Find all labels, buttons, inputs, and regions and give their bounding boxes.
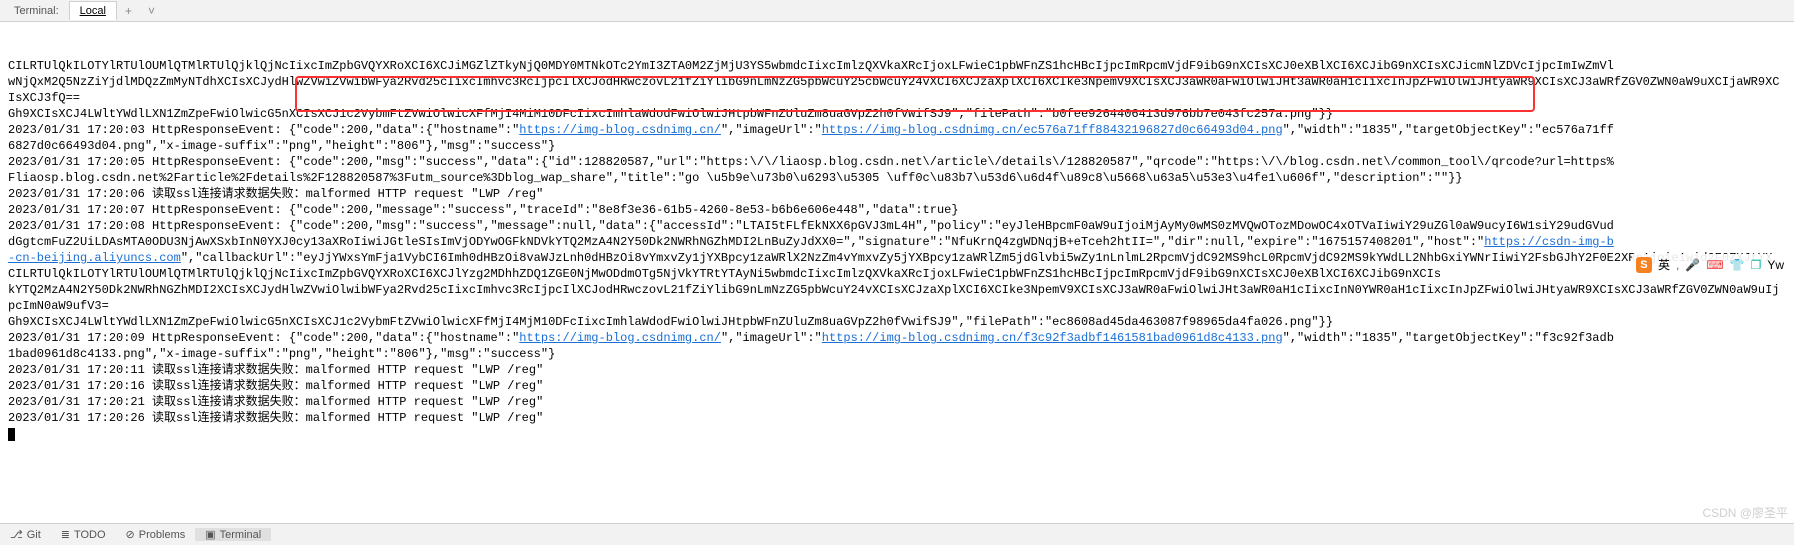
log-text: ","width":"1835","targetObjectKey":"f3c9… xyxy=(1283,331,1614,345)
log-line: 6827d0c66493d04.png","x-image-suffix":"p… xyxy=(8,138,1786,154)
log-line: 2023/01/31 17:20:16 读取ssl连接请求数据失败：malfor… xyxy=(8,378,1786,394)
log-line: Gh9XCIsXCJ4LWltYWdlLXN1ZmZpeFwiOlwicG5nX… xyxy=(8,314,1786,330)
log-text: 2023/01/31 17:20:26 读取ssl连接请求数据失败：malfor… xyxy=(8,411,543,425)
log-text: ","imageUrl":" xyxy=(721,331,822,345)
log-link[interactable]: -cn-beijing.aliyuncs.com xyxy=(8,251,181,265)
log-line: kYTQ2MzA4N2Y50Dk2NWRhNGZhMDI2XCIsXCJydHl… xyxy=(8,282,1786,314)
log-line: 2023/01/31 17:20:09 HttpResponseEvent: {… xyxy=(8,330,1786,346)
log-text: 2023/01/31 17:20:09 HttpResponseEvent: {… xyxy=(8,331,519,345)
log-text: ","imageUrl":" xyxy=(721,123,822,137)
log-text: 2023/01/31 17:20:08 HttpResponseEvent: {… xyxy=(8,219,1614,233)
log-text: ":"png","height":"806"},"msg":"success"} xyxy=(267,139,555,153)
log-line: -cn-beijing.aliyuncs.com","callbackUrl":… xyxy=(8,250,1786,266)
tab-add-button[interactable]: + xyxy=(117,1,140,21)
terminal-icon: ▣ xyxy=(205,528,215,541)
log-line: CILRTUlQkILOTYlRTUlOUMlQTMlRTUlQjklQjNcI… xyxy=(8,58,1786,74)
tab-more-button[interactable]: ˅ xyxy=(140,1,163,21)
log-text: Gh9XCIsXCJ4LWltYWdlLXN1ZmZpeFwiOlwicG xyxy=(8,107,274,121)
log-link[interactable]: https://img-blog.csdnimg.cn/ec576a71ff88… xyxy=(822,123,1283,137)
log-text: ","width":"1835","targetObjectKey":"ec57… xyxy=(1283,123,1614,137)
ime-lang[interactable]: 英 xyxy=(1658,256,1670,273)
log-text: 2023/01/31 17:20:16 读取ssl连接请求数据失败：malfor… xyxy=(8,379,543,393)
log-text: 2023/01/31 17:20:03 HttpResponseEvent xyxy=(8,123,274,137)
log-line: dGgtcmFuZ2UiLDAsMTA0ODU3NjAwXSxbInN0YXJ0… xyxy=(8,234,1786,250)
log-line: wNjQxM2Q5NzZiYjdlMDQzZmMyNTdhXCIsXCJydHl… xyxy=(8,74,1786,106)
log-text: 1bad0961d8c4133.png","x-image-suffix":"p… xyxy=(8,347,555,361)
status-bar: ⎇Git ≣TODO ⊘Problems ▣Terminal xyxy=(0,523,1794,545)
terminal-output[interactable]: CILRTUlQkILOTYlRTUlOUMlQTMlRTUlQjklQjNcI… xyxy=(0,22,1794,446)
log-line: 2023/01/31 17:20:11 读取ssl连接请求数据失败：malfor… xyxy=(8,362,1786,378)
log-text: kYTQ2MzA4N2Y50Dk2NWRhNGZhMDI2XCIsXCJydHl… xyxy=(8,283,1780,313)
log-text: ","callbackUrl":"eyJjYWxsYmFja1VybCI6Imh… xyxy=(181,251,1772,265)
tool-terminal[interactable]: ▣Terminal xyxy=(195,528,271,541)
log-text: CILRTUlQkILOTYlRTUlOUMlQTMlRTUlQjklQjNcI… xyxy=(8,59,1614,73)
log-text: 2023/01/31 17:20:11 读取ssl连接请求数据失败：malfor… xyxy=(8,363,543,377)
terminal-title: Terminal: xyxy=(4,2,69,20)
log-line: Fliaosp.blog.csdn.net%2Farticle%2Fdetail… xyxy=(8,170,1786,186)
log-line: 2023/01/31 17:20:21 读取ssl连接请求数据失败：malfor… xyxy=(8,394,1786,410)
log-text: Fliaosp.blog.csdn.net%2Farticle%2Fdetail… xyxy=(8,171,1463,185)
log-line: 2023/01/31 17:20:05 HttpResponseEvent: {… xyxy=(8,154,1786,170)
mic-icon[interactable]: 🎤 xyxy=(1685,258,1700,272)
log-text: dGgtcmFuZ2UiLDAsMTA0ODU3NjAwXSxbInN0YXJ0… xyxy=(8,235,1484,249)
log-text: CILRTUlQkILOTYlRTUlOUMlQTMlRTUlQjklQjNcI… xyxy=(8,267,1441,281)
log-line: 2023/01/31 17:20:06 读取ssl连接请求数据失败：malfor… xyxy=(8,186,1786,202)
warning-icon: ⊘ xyxy=(126,528,135,541)
log-line: 2023/01/31 17:20:26 读取ssl连接请求数据失败：malfor… xyxy=(8,410,1786,426)
terminal-tab-bar: Terminal: Local + ˅ xyxy=(0,0,1794,22)
log-link[interactable]: https://img-blog.csdnimg.cn/ xyxy=(519,123,721,137)
log-line: 2023/01/31 17:20:07 HttpResponseEvent: {… xyxy=(8,202,1786,218)
log-link[interactable]: https://img-blog.csdnimg.cn/f3c92f3adbf1… xyxy=(822,331,1283,345)
log-text: Gh9XCIsXCJ4LWltYWdlLXN1ZmZpeFwiOlwicG5nX… xyxy=(8,315,1333,329)
cube-icon[interactable]: ❐ xyxy=(1751,258,1762,272)
log-text: 2023/01/31 17:20:05 HttpResponseEvent: {… xyxy=(8,155,1614,169)
ime-icon[interactable]: S xyxy=(1636,257,1652,273)
log-line: CILRTUlQkILOTYlRTUlOUMlQTMlRTUlQjklQjNcI… xyxy=(8,266,1786,282)
log-link[interactable]: https://csdn-img-b xyxy=(1484,235,1614,249)
keyboard-icon[interactable]: ⌨ xyxy=(1706,258,1723,272)
log-text: wNjQxM2Q5NzZiYjdlMDQzZmMyNTdhXCIsXCJydHl… xyxy=(8,75,1780,105)
tool-git[interactable]: ⎇Git xyxy=(0,528,51,541)
log-link[interactable]: https://img-blog.csdnimg.cn/ xyxy=(519,331,721,345)
comma-icon: , xyxy=(1676,258,1679,272)
shirt-icon[interactable]: 👕 xyxy=(1730,258,1745,272)
cursor xyxy=(8,428,15,441)
ime-toolbar[interactable]: S 英 , 🎤 ⌨ 👕 ❐ Yw xyxy=(1632,254,1788,275)
log-line: 1bad0961d8c4133.png","x-image-suffix":"p… xyxy=(8,346,1786,362)
log-text: 2023/01/31 17:20:06 读取ssl连接请求数据失败：malfor… xyxy=(8,187,543,201)
log-text: : {"code":200,"data":{"hostname":" xyxy=(274,123,519,137)
log-line: Gh9XCIsXCJ4LWltYWdlLXN1ZmZpeFwiOlwicG5nX… xyxy=(8,106,1786,122)
log-line: 2023/01/31 17:20:08 HttpResponseEvent: {… xyxy=(8,218,1786,234)
branch-icon: ⎇ xyxy=(10,528,23,541)
log-text: 2023/01/31 17:20:21 读取ssl连接请求数据失败：malfor… xyxy=(8,395,543,409)
log-text: 6827d0c66493d04.png","x-image-suffix xyxy=(8,139,267,153)
watermark: CSDN @廖圣平 xyxy=(1702,504,1788,521)
tab-local[interactable]: Local xyxy=(69,1,117,20)
list-icon: ≣ xyxy=(61,528,70,541)
tool-problems[interactable]: ⊘Problems xyxy=(116,528,196,541)
tool-todo[interactable]: ≣TODO xyxy=(51,528,116,541)
log-line: 2023/01/31 17:20:03 HttpResponseEvent: {… xyxy=(8,122,1786,138)
ime-extra: Yw xyxy=(1767,258,1784,272)
log-text: 2023/01/31 17:20:07 HttpResponseEvent: {… xyxy=(8,203,959,217)
log-text: 5nXCIsXCJ1c2VybmFtZVwiOlwicXFfMjI4MiM10D… xyxy=(274,107,1333,121)
